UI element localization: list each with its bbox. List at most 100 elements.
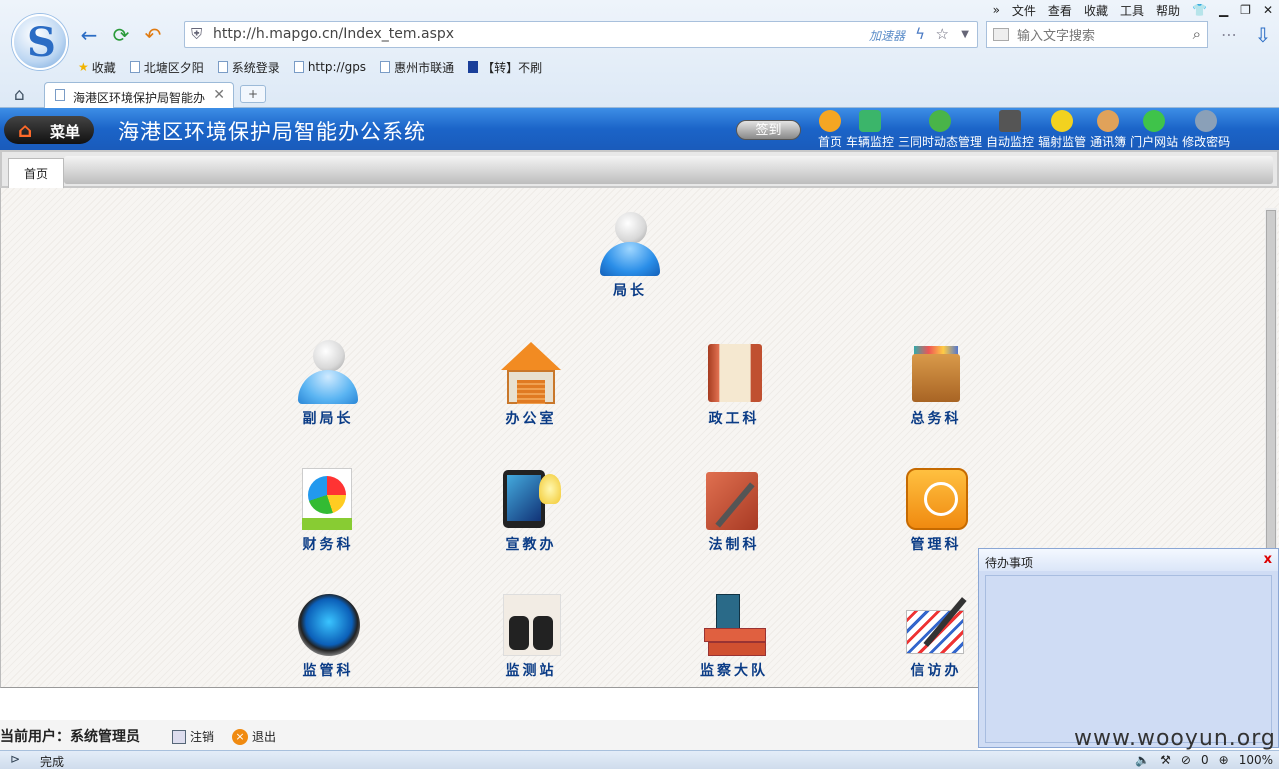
menu-view[interactable]: 查看 [1048, 2, 1072, 19]
status-bar: ⊳ 完成 🔈 ⚒ ⊘ 0 ⊕ 100% [0, 750, 1279, 769]
nav-home[interactable]: 首页 [818, 110, 842, 150]
files-icon [702, 592, 766, 658]
menu-help[interactable]: 帮助 [1156, 2, 1180, 19]
skin-icon[interactable]: 👕 [1192, 3, 1207, 17]
bookmark-item[interactable]: 【转】不刷 [468, 59, 542, 76]
house-icon [819, 110, 841, 132]
tab-home[interactable]: 首页 [8, 158, 64, 188]
more-icon[interactable]: ⋯ [1216, 22, 1242, 48]
lightning-icon[interactable]: ϟ [915, 25, 925, 43]
bookmark-favorites[interactable]: ★ 收藏 [78, 59, 116, 76]
dept-petition[interactable]: 信访办 [891, 592, 981, 680]
vehicle-icon [859, 110, 882, 132]
radiation-icon [1051, 110, 1074, 132]
person-icon [598, 212, 662, 278]
minimize-icon[interactable]: ▁ [1219, 3, 1228, 17]
app-nav: 首页 车辆监控 三同时动态管理 自动监控 辐射监管 通讯簿 门户网站 修改密码 [818, 110, 1234, 150]
globe-icon [296, 592, 360, 658]
new-tab-button[interactable]: + [240, 85, 266, 103]
search-input[interactable] [1017, 25, 1177, 45]
exit-button[interactable]: × 退出 [232, 728, 276, 745]
binoculars-icon [499, 592, 563, 658]
bookmark-item[interactable]: 北塘区夕阳 [129, 59, 204, 76]
browser-tab-title: 海港区环境保护局智能办 [73, 91, 206, 105]
person-icon [296, 340, 360, 406]
page-icon [380, 61, 391, 73]
restore-icon[interactable]: ❐ [1240, 3, 1251, 17]
dept-legal[interactable]: 法制科 [689, 466, 779, 554]
menu-tools[interactable]: 工具 [1120, 2, 1144, 19]
browser-chrome: » 文件 查看 收藏 工具 帮助 👕 ▁ ❐ ✕ ← ⟳ ↶ ⛨ http://… [0, 0, 1279, 108]
nav-contacts[interactable]: 通讯簿 [1090, 110, 1126, 150]
toolbox-icon[interactable]: ⚒ [1160, 753, 1171, 767]
nav-vehicle-monitor[interactable]: 车辆监控 [846, 110, 894, 150]
dept-deputy-director[interactable]: 副局长 [283, 340, 373, 428]
box-icon [904, 340, 968, 406]
undo-icon[interactable]: ↶ [140, 22, 166, 48]
house-icon [499, 340, 563, 406]
bookmark-item[interactable]: 系统登录 [217, 59, 280, 76]
page-icon [293, 61, 304, 73]
dept-director[interactable]: 局长 [585, 212, 675, 300]
adblock-icon[interactable]: ⊘ [1181, 753, 1191, 767]
dept-finance[interactable]: 财务科 [283, 466, 373, 554]
letter-icon [904, 592, 968, 658]
nav-three-simultaneous[interactable]: 三同时动态管理 [898, 110, 982, 150]
search-icon[interactable]: ⌕ [1193, 25, 1201, 43]
menu-button[interactable]: ⌂ 菜单 [4, 116, 94, 144]
menu-file[interactable]: 文件 [1012, 2, 1036, 19]
bookmark-item[interactable]: 惠州市联通 [380, 59, 454, 76]
app-tab-bar: 首页 [0, 150, 1279, 188]
logout-icon [172, 729, 186, 744]
page-icon [217, 61, 228, 73]
nav-change-password[interactable]: 修改密码 [1182, 110, 1230, 150]
dept-politics[interactable]: 政工科 [689, 340, 779, 428]
dept-general-affairs[interactable]: 总务科 [891, 340, 981, 428]
browser-tab-strip: 海港区环境保护局智能办 ✕ + [0, 80, 1279, 108]
volume-icon[interactable]: 🔈 [1135, 753, 1150, 767]
nav-portal[interactable]: 门户网站 [1130, 110, 1178, 150]
zoom-icon[interactable]: ⊕ [1219, 753, 1229, 767]
nav-radiation[interactable]: 辐射监管 [1038, 110, 1086, 150]
dept-publicity[interactable]: 宣教办 [486, 466, 576, 554]
status-text: 完成 [40, 755, 65, 769]
accelerator-label[interactable]: 加速器 [869, 27, 905, 44]
contacts-icon [1097, 110, 1120, 132]
home-icon: ⌂ [18, 118, 33, 142]
menu-favorites[interactable]: 收藏 [1084, 2, 1108, 19]
url-text[interactable]: http://h.mapgo.cn/Index_tem.aspx [213, 26, 454, 42]
portal-icon [1143, 110, 1166, 132]
gear-icon [1195, 110, 1218, 132]
page-icon [55, 89, 65, 101]
dept-management[interactable]: 管理科 [891, 466, 981, 554]
browser-tab[interactable]: 海港区环境保护局智能办 ✕ [44, 82, 234, 108]
star-icon[interactable]: ☆ [936, 25, 949, 43]
dept-monitoring-station[interactable]: 监测站 [486, 592, 576, 680]
address-bar[interactable]: ⛨ http://h.mapgo.cn/Index_tem.aspx 加速器 ϟ… [184, 21, 978, 48]
app-header: ⌂ 菜单 海港区环境保护局智能办公系统 签到 首页 车辆监控 三同时动态管理 自… [0, 108, 1279, 150]
image-search-icon[interactable] [993, 28, 1009, 41]
chevron-down-icon[interactable]: ▼ [961, 29, 969, 40]
download-icon[interactable]: ⇩ [1250, 22, 1276, 48]
bookmark-item[interactable]: http://gps [293, 60, 366, 74]
exit-icon: × [232, 728, 248, 745]
menu-more[interactable]: » [993, 3, 1000, 17]
zoom-level[interactable]: 100% [1239, 753, 1273, 767]
notebook-icon [702, 466, 766, 532]
app-title: 海港区环境保护局智能办公系统 [118, 120, 426, 144]
logout-button[interactable]: 注销 [172, 728, 214, 745]
back-icon[interactable]: ← [76, 22, 102, 48]
sidebar-toggle-icon[interactable]: ⊳ [10, 752, 20, 766]
dept-inspection-team[interactable]: 监察大队 [689, 592, 779, 680]
star-icon: ★ [78, 60, 89, 74]
dept-office[interactable]: 办公室 [486, 340, 576, 428]
nav-auto-monitor[interactable]: 自动监控 [986, 110, 1034, 150]
signin-button[interactable]: 签到 [736, 120, 801, 140]
close-window-icon[interactable]: ✕ [1263, 3, 1273, 17]
close-tab-icon[interactable]: ✕ [213, 87, 225, 103]
refresh-icon[interactable]: ⟳ [108, 22, 134, 48]
close-icon[interactable]: x [1264, 552, 1272, 567]
sogou-browser-logo[interactable] [12, 14, 68, 70]
book-icon [702, 340, 766, 406]
dept-supervision[interactable]: 监管科 [283, 592, 373, 680]
